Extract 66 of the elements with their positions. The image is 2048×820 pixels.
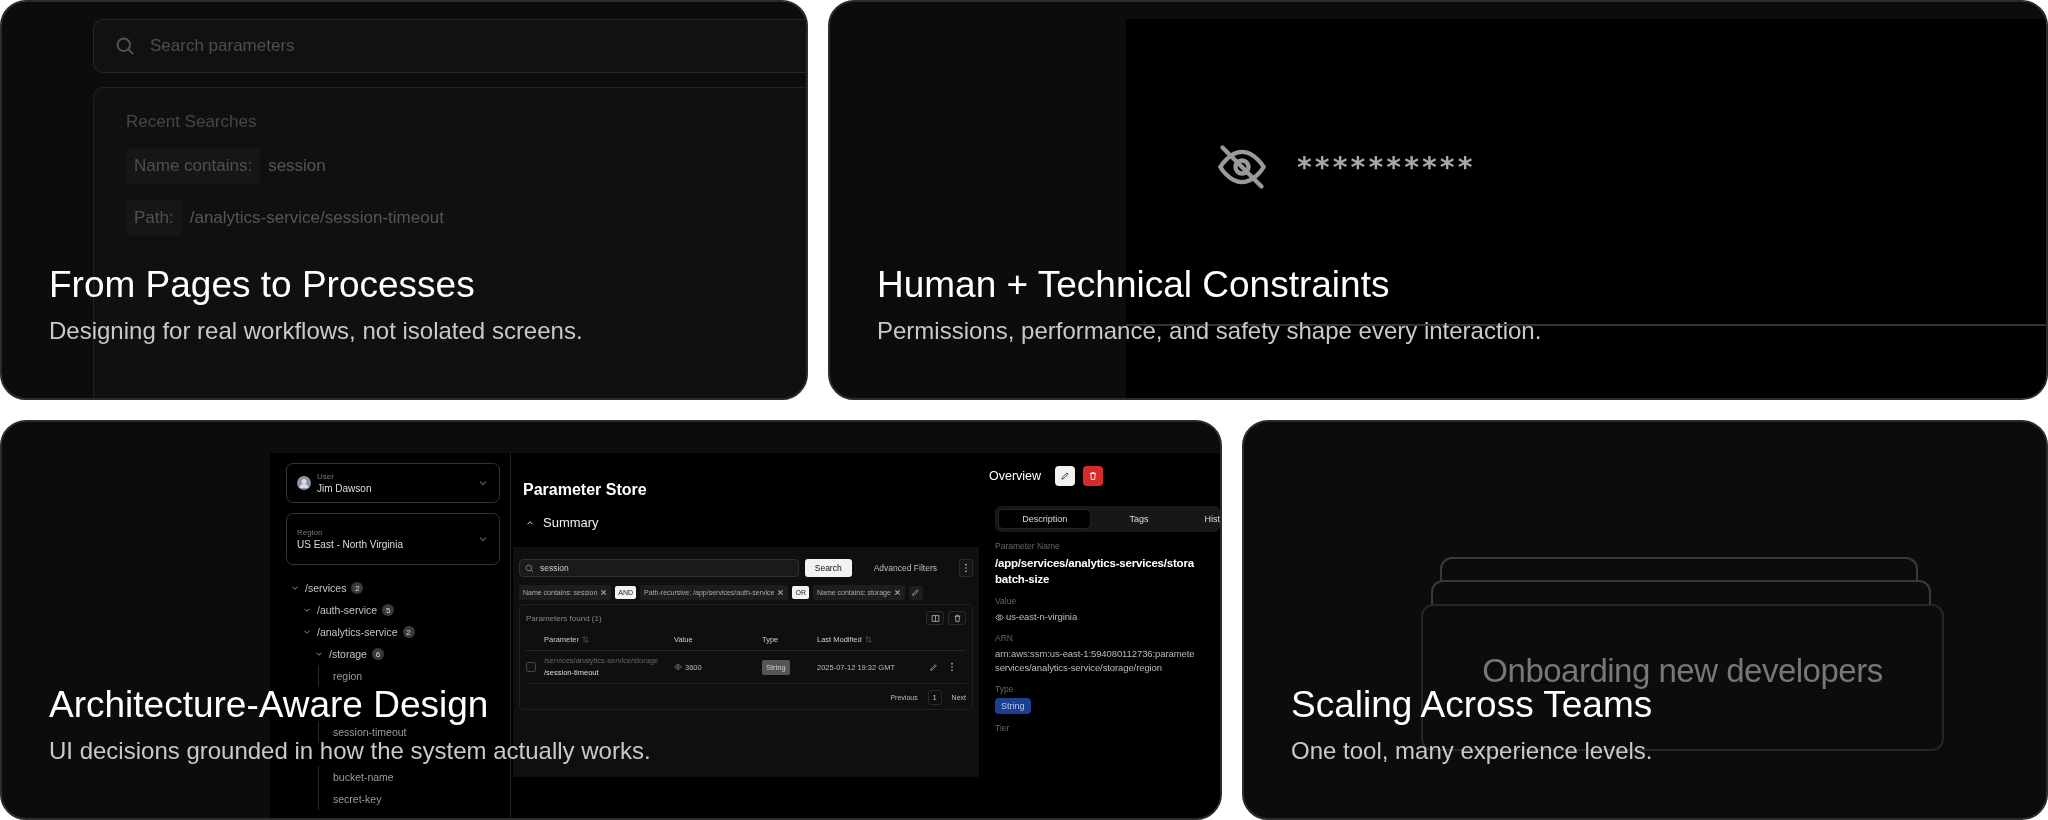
search-field[interactable]: Search parameters [93,19,806,73]
card-subtitle: Designing for real workflows, not isolated screens. [49,318,583,344]
delete-button[interactable] [1083,466,1104,486]
advanced-filters-button[interactable]: Advanced Filters [857,563,953,573]
close-icon[interactable] [600,589,608,596]
tree-item[interactable]: /services [305,582,347,594]
tree-item[interactable]: session-timeout [333,726,407,738]
edit-button[interactable] [1055,466,1076,486]
card-title: From Pages to Processes [49,266,475,304]
masked-value: ********** [1296,150,1475,184]
tree-item[interactable]: /storage [329,648,367,660]
close-icon[interactable] [777,589,785,596]
tree-item[interactable]: bucket-name [333,771,394,783]
search-field[interactable]: session [519,559,799,577]
field-value: /app/services/analytics-services/stora batch-size [995,556,1194,587]
stack-label: Onboarding new developers [1482,654,1883,688]
eye-icon[interactable] [995,612,1004,622]
columns-icon[interactable] [930,613,940,623]
results-count: Parameters found (1) [526,613,602,623]
pencil-icon[interactable] [1060,471,1071,481]
search-icon [115,36,135,56]
filter-label: Path: [126,200,182,236]
tree-item[interactable]: /auth-service [317,604,378,616]
card-subtitle: Permissions, performance, and safety shape every interaction. [877,318,1542,344]
count-badge: 5 [382,604,395,616]
filter-label: Name contains: [126,148,261,184]
card-title: Architecture-Aware Design [49,686,489,724]
trash-icon[interactable] [952,613,962,623]
field-value: arn:aws:ssm:us-east-1:594080112736:paramete services/analytics-service/storage/region [995,647,1195,675]
card-subtitle: One tool, many experience levels. [1291,738,1653,764]
panel-title: Overview [989,469,1042,483]
more-icon[interactable] [950,662,954,672]
avatar [297,476,311,490]
tab[interactable]: Description [998,509,1092,529]
eye-icon[interactable] [674,663,682,671]
field-label: Parameter Name [995,541,1060,551]
search-button[interactable]: Search [804,559,852,577]
field-value: us-east-n-virginia [1006,610,1078,624]
card-title: Human + Technical Constraints [877,266,1390,304]
tree-item[interactable]: secret-key [333,793,382,805]
type-badge: String [995,698,1031,714]
field-label: Type [995,684,1014,694]
pencil-icon[interactable] [929,662,938,672]
tab[interactable]: Tags [1091,509,1187,529]
row-checkbox[interactable] [526,662,536,672]
trash-icon[interactable] [1088,471,1099,481]
field-label: Tier [995,723,1010,733]
count-badge: 2 [351,582,364,594]
search-icon [525,563,534,573]
user-dropdown[interactable]: User Jim Dawson [286,463,500,503]
delete-button[interactable] [948,611,966,625]
page-title: Parameter Store [523,481,648,499]
tree-item[interactable]: /analytics-service [317,626,398,638]
section-title[interactable]: Summary [543,515,599,530]
more-icon[interactable] [964,563,968,573]
card-subtitle: UI decisions grounded in how the system actually works. [49,738,651,764]
more-button[interactable] [959,559,973,577]
count-badge: 2 [402,626,415,638]
close-icon[interactable] [893,589,901,596]
tab[interactable]: Hist [1186,509,1220,529]
count-badge: 6 [371,648,384,660]
tree-item[interactable]: region [333,670,363,682]
field-label: Value [995,596,1017,606]
region-dropdown[interactable]: Region US East - North Virginia [286,513,500,565]
field-label: ARN [995,633,1013,643]
columns-button[interactable] [926,611,944,625]
